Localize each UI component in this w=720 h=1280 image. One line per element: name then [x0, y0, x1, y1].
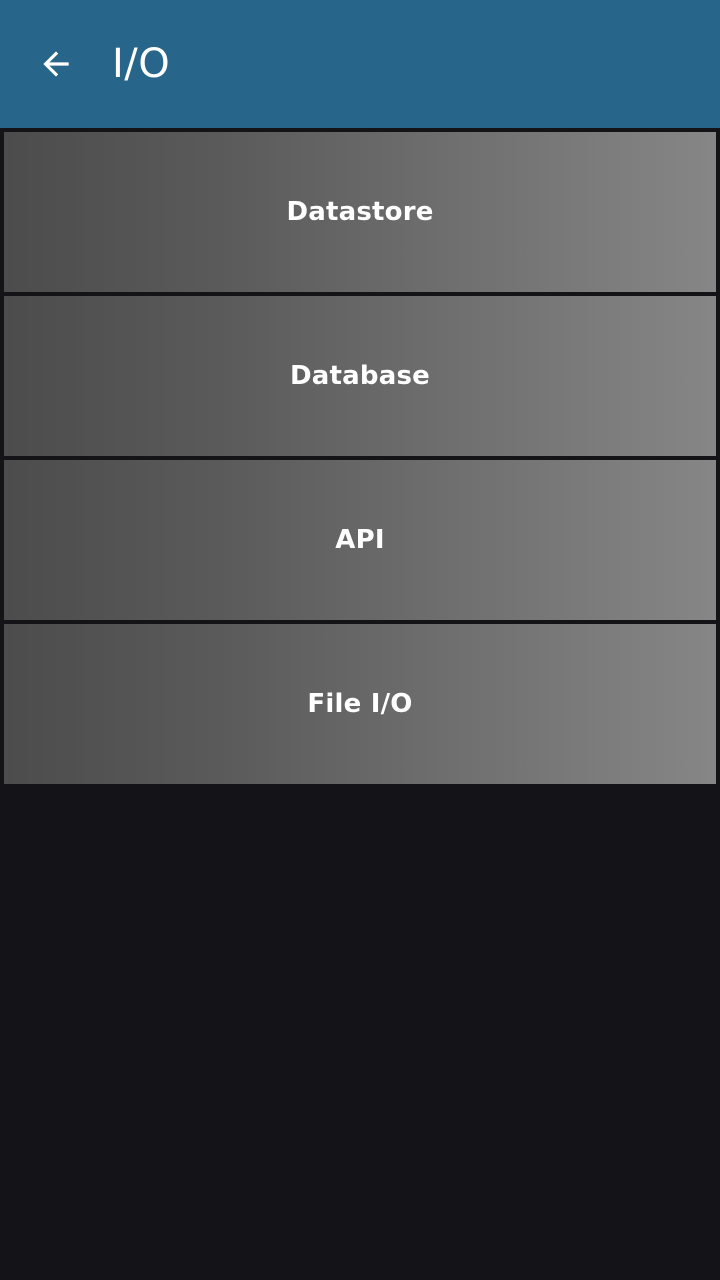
menu-item-label: Datastore	[286, 197, 434, 227]
menu-item-label: API	[335, 525, 385, 555]
menu-item-label: Database	[290, 361, 430, 391]
menu-item-file-io[interactable]: File I/O	[4, 624, 716, 784]
menu-item-database[interactable]: Database	[4, 296, 716, 456]
back-button[interactable]	[24, 32, 88, 96]
menu-item-api[interactable]: API	[4, 460, 716, 620]
app-bar: I/O	[0, 0, 720, 128]
page-title: I/O	[112, 41, 171, 87]
menu-item-datastore[interactable]: Datastore	[4, 132, 716, 292]
io-screen: I/O Datastore Database API File I/O	[0, 0, 720, 1280]
io-menu-list: Datastore Database API File I/O	[4, 132, 716, 784]
menu-item-label: File I/O	[307, 689, 413, 719]
arrow-back-icon	[37, 45, 75, 83]
